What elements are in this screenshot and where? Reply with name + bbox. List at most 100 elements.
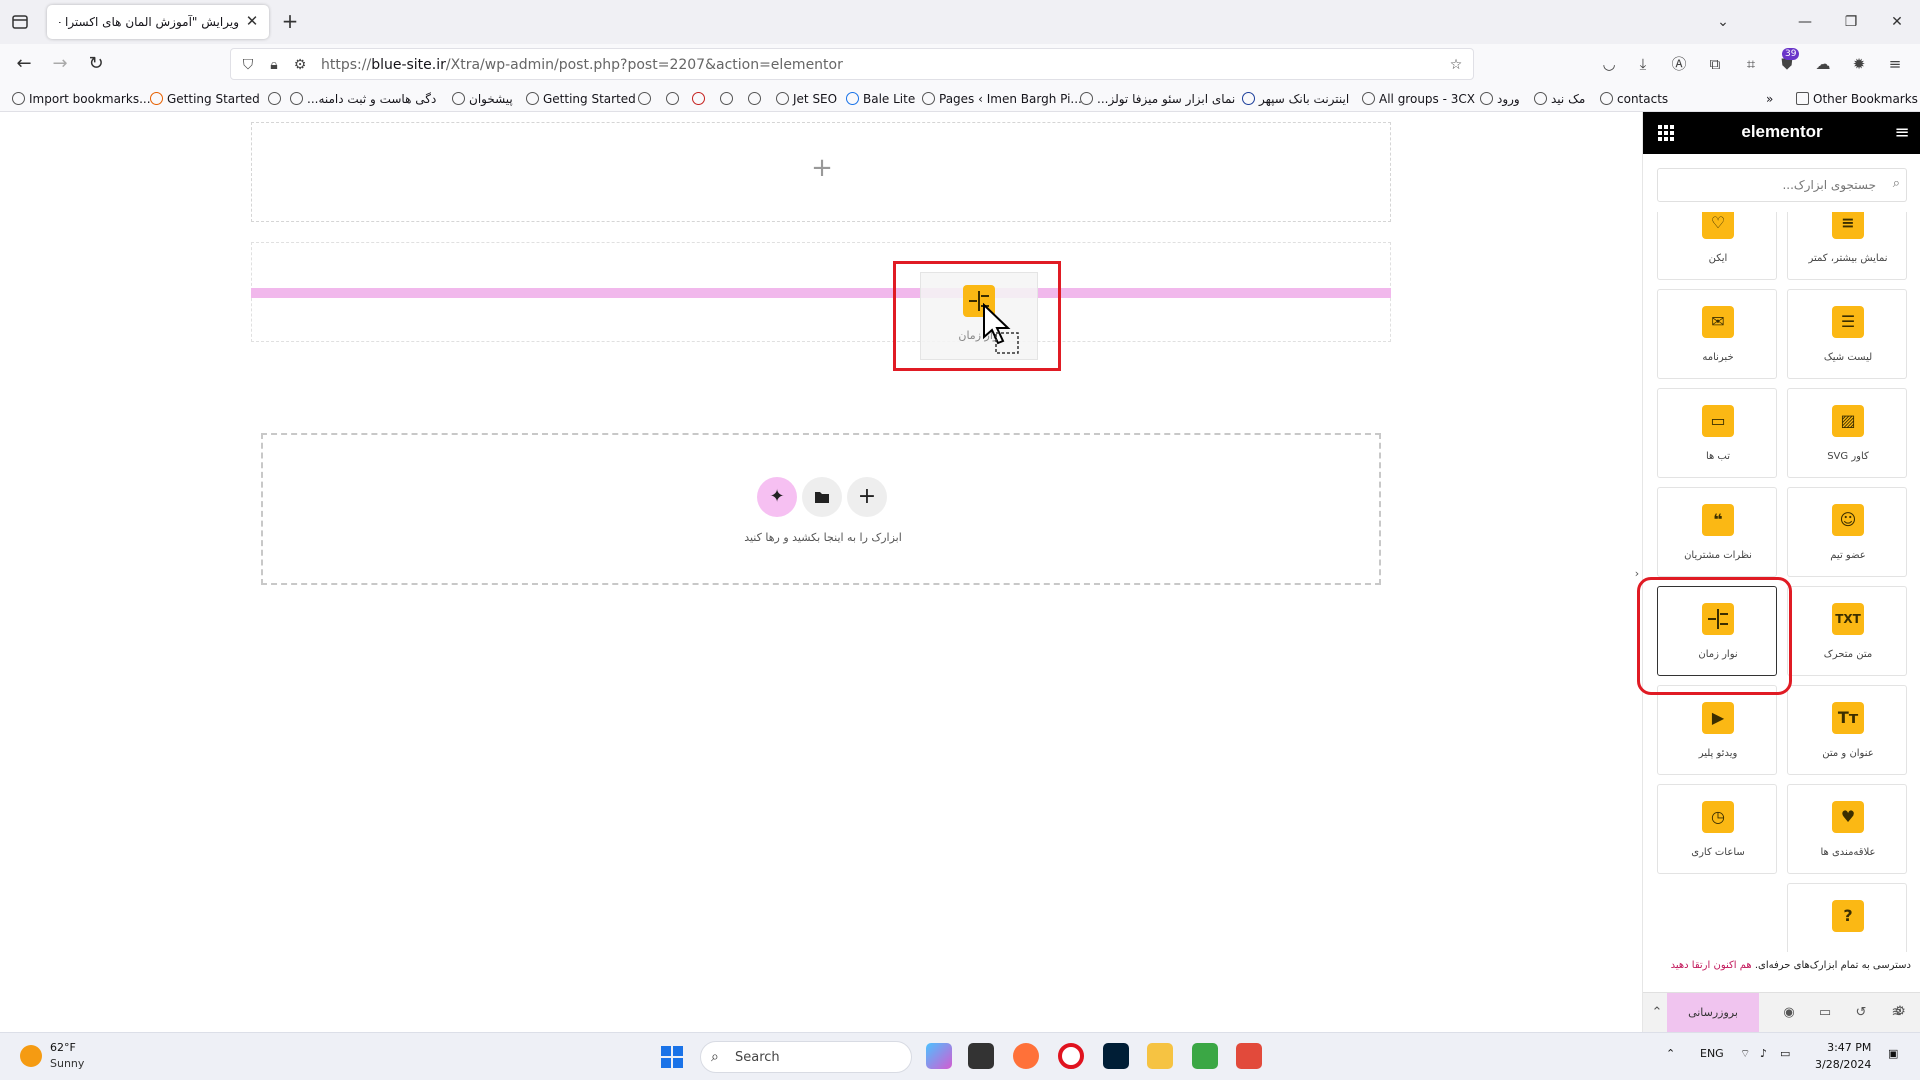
widget-icon[interactable]: ♡ آیکن [1657, 212, 1777, 280]
tray-chevron-icon[interactable]: ⌃ [1666, 1047, 1675, 1060]
widget-svg-cover[interactable]: ▨ کاور SVG [1787, 388, 1907, 478]
active-tab[interactable]: ویرایش "آموزش المان های اکسترا – ... ✕ [47, 5, 269, 39]
folder-icon [1796, 92, 1809, 105]
add-section-plus-icon[interactable]: + [807, 153, 837, 183]
restore-icon[interactable]: ❐ [1836, 8, 1866, 36]
forward-icon[interactable]: → [48, 52, 72, 76]
upgrade-link[interactable]: هم اکنون ارتقا دهید [1671, 960, 1752, 971]
back-icon[interactable]: ← [12, 52, 36, 76]
bookmark-item[interactable] [638, 90, 655, 108]
bookmark-item[interactable]: contacts [1600, 90, 1668, 108]
bookmark-item[interactable] [692, 90, 709, 108]
template-folder-icon[interactable] [802, 477, 842, 517]
bookmark-item[interactable]: Getting Started [526, 90, 636, 108]
bookmark-item[interactable] [748, 90, 765, 108]
widget-tabs[interactable]: ▭ تب ها [1657, 388, 1777, 478]
widget-newsletter[interactable]: ✉ خبرنامه [1657, 289, 1777, 379]
bookmark-item[interactable]: ...دگی هاست و ثبت دامنه [290, 90, 436, 108]
jet-icon [776, 92, 789, 105]
history-icon[interactable]: ↺ [1851, 1003, 1871, 1023]
bookmark-item[interactable] [666, 90, 683, 108]
ai-sparkle-icon[interactable]: ✦ [757, 477, 797, 517]
account-icon[interactable]: Ⓐ [1668, 53, 1690, 75]
photoshop-icon[interactable] [1103, 1043, 1129, 1069]
crop-icon[interactable]: ⌗ [1740, 53, 1762, 75]
windows-start-icon[interactable] [660, 1045, 684, 1069]
battery-icon[interactable]: ▭ [1780, 1047, 1790, 1060]
url-bar[interactable]: ⛉ 🔒︎ ⚙︎ https://blue-site.ir/Xtra/wp-adm… [230, 48, 1474, 80]
widget-testimonials[interactable]: ❝ نظرات مشتریان [1657, 487, 1777, 577]
clock-date: 3/28/2024 [1815, 1058, 1872, 1071]
vpn-icon[interactable]: ☁ [1812, 53, 1834, 75]
language-indicator[interactable]: ENG [1700, 1047, 1724, 1060]
bookmark-item[interactable]: ...نمای ابزار سئو میزفا تولز [1080, 90, 1235, 108]
widget-support[interactable]: ? [1787, 883, 1907, 952]
bookmark-item[interactable]: Getting Started [150, 90, 260, 108]
settings-gear-icon[interactable]: ⚙ [1890, 1002, 1910, 1022]
permissions-icon[interactable]: ⚙︎ [291, 56, 309, 74]
upgrade-button[interactable]: بروزرسانی [1667, 993, 1759, 1033]
lock-icon[interactable]: 🔒︎ [265, 56, 283, 74]
recorder-icon[interactable] [1236, 1043, 1262, 1069]
empty-section[interactable]: + [251, 122, 1391, 222]
clock[interactable]: 3:47 PM 3/28/2024 [1815, 1039, 1871, 1073]
settings-ext-icon[interactable]: ✹ [1848, 53, 1870, 75]
widget-search[interactable]: ⌕ [1657, 168, 1907, 202]
add-new-section-area[interactable]: ✦ + ابزارک را به اینجا بکشید و رها کنید [261, 433, 1381, 585]
bookmark-item[interactable]: ورود [1480, 90, 1520, 108]
chevron-up-icon[interactable]: ⌃ [1647, 1003, 1667, 1023]
tab-close-icon[interactable]: ✕ [243, 12, 261, 30]
file-manager-icon[interactable] [968, 1043, 994, 1069]
bookmark-item[interactable]: Jet SEO [776, 90, 837, 108]
weather-sun-icon[interactable] [20, 1045, 42, 1067]
bookmark-item[interactable]: Import bookmarks... [12, 90, 151, 108]
add-section-plus-icon[interactable]: + [847, 477, 887, 517]
widget-heading-text[interactable]: Tт عنوان و متن [1787, 685, 1907, 775]
bookmark-item[interactable]: مک نید [1534, 90, 1585, 108]
widget-read-more[interactable]: ≡ نمایش بیشتر، کمتر [1787, 212, 1907, 280]
tab-overflow-icon[interactable]: ⌄ [1708, 8, 1738, 36]
bookmark-item[interactable] [268, 90, 285, 108]
bookmark-item[interactable]: Pages ‹ Imen Bargh Pi... [922, 90, 1082, 108]
minimize-icon[interactable]: — [1790, 8, 1820, 36]
extensions-icon[interactable]: ⧉ [1704, 53, 1726, 75]
new-tab-icon[interactable]: + [279, 11, 301, 33]
responsive-icon[interactable]: ▭ [1815, 1003, 1835, 1023]
taskbar-search[interactable]: ⌕ Search [700, 1041, 912, 1073]
import-icon [12, 92, 25, 105]
firefox-icon[interactable] [1013, 1043, 1039, 1069]
bookmarks-overflow-icon[interactable]: » [1766, 90, 1773, 108]
widget-team-member[interactable]: ☺ عضو تیم [1787, 487, 1907, 577]
opera-icon[interactable] [1058, 1043, 1084, 1069]
app-menu-icon[interactable]: ≡ [1884, 53, 1906, 75]
explorer-folder-icon[interactable] [1147, 1043, 1173, 1069]
downloads-icon[interactable]: ⤓ [1632, 53, 1654, 75]
widget-animated-text[interactable]: TXT متن متحرک [1787, 586, 1907, 676]
bookmark-item[interactable]: All groups - 3CX [1362, 90, 1475, 108]
notification-icon[interactable]: ▣ [1888, 1047, 1898, 1060]
shield-icon[interactable]: ⛉ [239, 56, 257, 74]
bookmark-item[interactable]: Bale Lite [846, 90, 915, 108]
widget-working-hours[interactable]: ◷ ساعات کاری [1657, 784, 1777, 874]
bookmark-item[interactable] [720, 90, 737, 108]
pro-promo: دسترسی به تمام ابزارک‌های حرفه‌ای. هم اک… [1670, 960, 1911, 971]
copilot-icon[interactable] [926, 1043, 952, 1069]
other-bookmarks[interactable]: Other Bookmarks [1796, 90, 1918, 108]
tab-list-icon[interactable] [10, 12, 30, 32]
reload-icon[interactable]: ↻ [84, 52, 108, 76]
preview-eye-icon[interactable]: ◉ [1779, 1003, 1799, 1023]
widget-list[interactable]: ☰ لیست شیک [1787, 289, 1907, 379]
globe-icon [666, 92, 679, 105]
widget-video-player[interactable]: ▶ ویدئو پلیر [1657, 685, 1777, 775]
close-window-icon[interactable]: ✕ [1882, 8, 1912, 36]
bookmark-item[interactable]: پیشخوان [452, 90, 513, 108]
wifi-icon[interactable]: ⌔ [1740, 1047, 1750, 1061]
camtasia-icon[interactable] [1192, 1043, 1218, 1069]
hamburger-menu-icon[interactable]: ≡ [1893, 124, 1911, 142]
bookmark-star-icon[interactable]: ☆ [1447, 56, 1465, 74]
pocket-icon[interactable]: ◡ [1598, 53, 1620, 75]
volume-icon[interactable]: ♪ [1760, 1047, 1767, 1060]
widget-wishlist[interactable]: ♥ علاقه‌مندی ها [1787, 784, 1907, 874]
widget-search-input[interactable] [1658, 169, 1884, 201]
bookmark-item[interactable]: اینترنت بانک سپهر [1242, 90, 1349, 108]
